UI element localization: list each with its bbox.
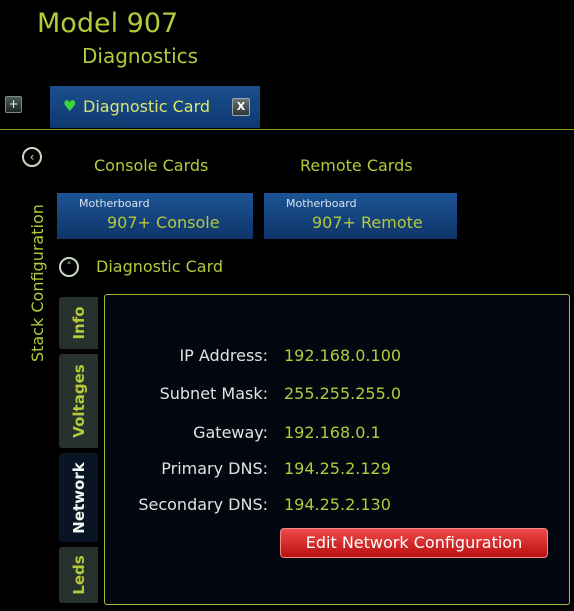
tab-label: Network <box>69 461 88 534</box>
tab-label: Leds <box>69 555 88 595</box>
primary-dns-label: Primary DNS: <box>161 459 268 478</box>
edit-network-configuration-button[interactable]: Edit Network Configuration <box>280 528 548 558</box>
header-divider <box>0 129 574 130</box>
tab-label: Info <box>69 306 88 340</box>
secondary-dns-label: Secondary DNS: <box>138 495 268 514</box>
tab-diagnostic-card[interactable]: ♥ Diagnostic Card X <box>50 86 260 128</box>
remote-card-item[interactable]: Motherboard 907+ Remote <box>264 193 457 239</box>
chevron-left-icon: ‹ <box>29 150 35 164</box>
heart-icon: ♥ <box>63 97 77 115</box>
card-name: 907+ Console <box>107 213 220 232</box>
console-cards-heading: Console Cards <box>94 156 209 175</box>
card-name: 907+ Remote <box>312 213 423 232</box>
stack-configuration-label: Stack Configuration <box>28 204 47 362</box>
chevron-up-icon: ˄ <box>66 260 72 273</box>
card-type: Motherboard <box>79 197 150 210</box>
tab-info[interactable]: Info <box>59 297 98 349</box>
add-tab-button[interactable]: + <box>5 96 22 113</box>
card-type: Motherboard <box>286 197 357 210</box>
plus-icon: + <box>8 97 19 111</box>
page-subtitle: Diagnostics <box>82 44 199 68</box>
close-tab-button[interactable]: X <box>232 98 250 116</box>
subnet-mask-value: 255.255.255.0 <box>284 384 402 403</box>
tab-network[interactable]: Network <box>59 453 98 542</box>
collapse-stack-button[interactable]: ‹ <box>22 147 42 167</box>
console-card-item[interactable]: Motherboard 907+ Console <box>57 193 253 239</box>
remote-cards-heading: Remote Cards <box>300 156 413 175</box>
gateway-value: 192.168.0.1 <box>284 423 381 442</box>
app-title: Model 907 <box>37 8 179 39</box>
primary-dns-value: 194.25.2.129 <box>284 459 391 478</box>
gateway-label: Gateway: <box>193 423 268 442</box>
tab-voltages[interactable]: Voltages <box>59 354 98 448</box>
diagnostic-card-label: Diagnostic Card <box>96 257 224 276</box>
ip-address-label: IP Address: <box>179 346 268 365</box>
tab-leds[interactable]: Leds <box>59 547 98 603</box>
network-panel: IP Address: 192.168.0.100 Subnet Mask: 2… <box>104 294 570 605</box>
tab-label: Diagnostic Card <box>83 97 211 116</box>
ip-address-value: 192.168.0.100 <box>284 346 402 365</box>
collapse-diagnostic-button[interactable]: ˄ <box>59 257 79 277</box>
close-icon: X <box>236 100 246 113</box>
tab-label: Voltages <box>69 364 88 438</box>
secondary-dns-value: 194.25.2.130 <box>284 495 391 514</box>
subnet-mask-label: Subnet Mask: <box>159 384 268 403</box>
